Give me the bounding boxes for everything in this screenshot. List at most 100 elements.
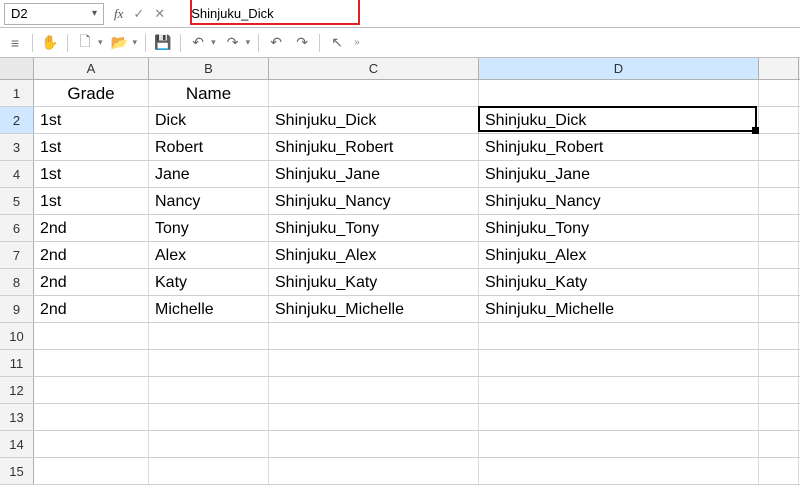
cell[interactable]: Shinjuku_Robert [479, 134, 759, 160]
chevron-down-icon[interactable]: ▾ [98, 37, 103, 48]
cell[interactable]: Shinjuku_Alex [479, 242, 759, 268]
cell[interactable]: Shinjuku_Alex [269, 242, 479, 268]
cell[interactable] [269, 431, 479, 457]
cursor-icon[interactable]: ↖ [328, 34, 346, 51]
cell[interactable] [759, 80, 799, 106]
cell[interactable] [269, 458, 479, 484]
menu-icon[interactable]: ≡ [6, 35, 24, 51]
column-header-A[interactable]: A [34, 58, 149, 79]
cell[interactable]: 1st [34, 107, 149, 133]
redo-icon[interactable]: ↷ [224, 34, 242, 51]
cell[interactable] [759, 161, 799, 187]
cell[interactable] [479, 458, 759, 484]
redo-icon[interactable]: ↷ [293, 34, 311, 51]
cell[interactable] [759, 269, 799, 295]
cell[interactable] [34, 404, 149, 430]
column-header-extra[interactable] [759, 58, 799, 79]
cell[interactable]: Shinjuku_Katy [479, 269, 759, 295]
cell[interactable]: Shinjuku_Michelle [269, 296, 479, 322]
cell[interactable] [34, 323, 149, 349]
row-header[interactable]: 12 [0, 377, 34, 403]
formula-input[interactable]: Shinjuku_Dick [175, 3, 796, 25]
cell[interactable]: Robert [149, 134, 269, 160]
cell[interactable]: Katy [149, 269, 269, 295]
cell[interactable]: 2nd [34, 215, 149, 241]
chevron-down-icon[interactable]: ▾ [246, 37, 251, 48]
new-doc-icon[interactable]: 🗋 [76, 31, 94, 55]
cell[interactable]: 1st [34, 188, 149, 214]
chevron-down-icon[interactable]: ▾ [92, 8, 97, 19]
chevron-down-icon[interactable]: ▾ [211, 37, 216, 48]
cell[interactable]: 2nd [34, 296, 149, 322]
undo-icon[interactable]: ↶ [267, 34, 285, 51]
cell[interactable] [149, 431, 269, 457]
cell[interactable] [759, 431, 799, 457]
cell[interactable]: Name [149, 80, 269, 106]
cell[interactable] [479, 431, 759, 457]
cell[interactable]: 2nd [34, 269, 149, 295]
cell[interactable]: Shinjuku_Katy [269, 269, 479, 295]
cell[interactable]: Shinjuku_Nancy [479, 188, 759, 214]
cancel-icon[interactable]: ✕ [154, 6, 165, 22]
cell[interactable]: Nancy [149, 188, 269, 214]
cell[interactable] [479, 350, 759, 376]
cell[interactable] [34, 431, 149, 457]
open-icon[interactable]: 📂 [111, 34, 129, 51]
cell[interactable]: Shinjuku_Nancy [269, 188, 479, 214]
cell[interactable]: Tony [149, 215, 269, 241]
cell[interactable] [759, 404, 799, 430]
cell[interactable] [479, 404, 759, 430]
column-header-D[interactable]: D [479, 58, 759, 79]
cell[interactable]: Shinjuku_Tony [479, 215, 759, 241]
cell[interactable] [759, 134, 799, 160]
row-header[interactable]: 11 [0, 350, 34, 376]
row-header[interactable]: 1 [0, 80, 34, 106]
cell[interactable]: 1st [34, 134, 149, 160]
row-header[interactable]: 5 [0, 188, 34, 214]
undo-icon[interactable]: ↶ [189, 34, 207, 51]
cell[interactable]: Shinjuku_Dick [269, 107, 479, 133]
cell[interactable] [759, 188, 799, 214]
row-header[interactable]: 15 [0, 458, 34, 484]
cell[interactable] [759, 350, 799, 376]
cell[interactable] [759, 215, 799, 241]
cell[interactable] [269, 80, 479, 106]
cell[interactable] [759, 458, 799, 484]
cell[interactable]: Jane [149, 161, 269, 187]
cell[interactable] [759, 323, 799, 349]
cell[interactable]: Shinjuku_Jane [479, 161, 759, 187]
cell[interactable]: 1st [34, 161, 149, 187]
row-header[interactable]: 13 [0, 404, 34, 430]
cell[interactable]: Shinjuku_Michelle [479, 296, 759, 322]
cell[interactable] [34, 377, 149, 403]
row-header[interactable]: 6 [0, 215, 34, 241]
cell[interactable] [269, 377, 479, 403]
cell[interactable] [34, 458, 149, 484]
cell[interactable] [149, 377, 269, 403]
row-header[interactable]: 10 [0, 323, 34, 349]
row-header[interactable]: 2 [0, 107, 34, 133]
hand-icon[interactable]: ✋ [41, 34, 59, 51]
cell[interactable] [149, 404, 269, 430]
cell[interactable]: Shinjuku_Dick [479, 107, 759, 133]
accept-icon[interactable]: ✓ [133, 6, 144, 22]
row-header[interactable]: 4 [0, 161, 34, 187]
row-header[interactable]: 3 [0, 134, 34, 160]
cell[interactable]: Shinjuku_Tony [269, 215, 479, 241]
cell[interactable] [149, 458, 269, 484]
cell[interactable]: 2nd [34, 242, 149, 268]
row-header[interactable]: 8 [0, 269, 34, 295]
cell[interactable] [479, 80, 759, 106]
row-header[interactable]: 7 [0, 242, 34, 268]
row-header[interactable]: 9 [0, 296, 34, 322]
select-all-corner[interactable] [0, 58, 34, 79]
name-box[interactable]: D2 ▾ [4, 3, 104, 25]
cell[interactable]: Michelle [149, 296, 269, 322]
cell[interactable]: Shinjuku_Robert [269, 134, 479, 160]
cell[interactable] [759, 377, 799, 403]
cell[interactable] [149, 323, 269, 349]
cell[interactable] [269, 404, 479, 430]
cell[interactable]: Dick [149, 107, 269, 133]
row-header[interactable]: 14 [0, 431, 34, 457]
cell[interactable]: Grade [34, 80, 149, 106]
